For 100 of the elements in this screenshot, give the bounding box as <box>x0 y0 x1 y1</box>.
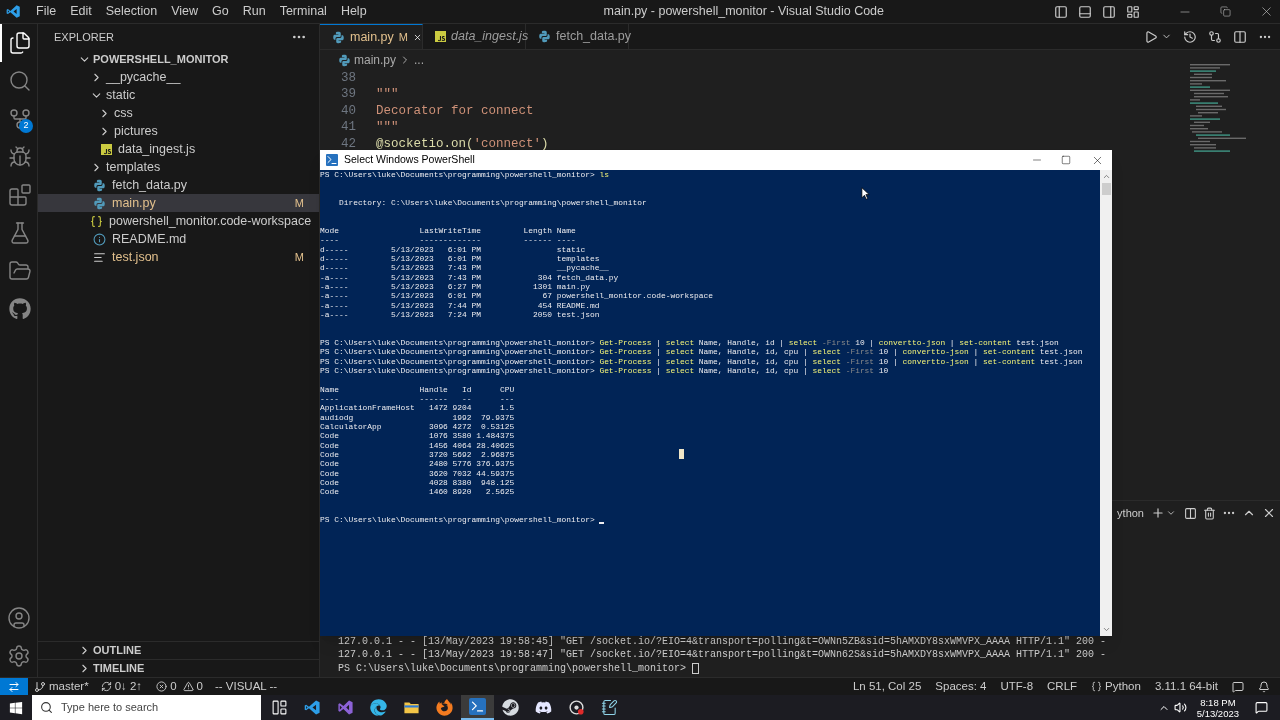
line-number: 40 <box>340 102 356 120</box>
status-item[interactable]: 3.11.1 64-bit <box>1154 677 1218 696</box>
notepad-icon[interactable] <box>601 699 618 716</box>
warning-icon <box>182 681 194 692</box>
breadcrumb-item[interactable]: main.py <box>354 51 397 69</box>
text-cursor-icon <box>679 449 684 459</box>
search-icon[interactable] <box>7 69 32 93</box>
recorder-app-icon[interactable] <box>568 699 585 716</box>
menu-item[interactable]: Go <box>205 2 236 21</box>
new-terminal-icon[interactable] <box>1151 506 1165 520</box>
close-icon[interactable] <box>1259 4 1274 19</box>
vim-mode: -- VISUAL -- <box>214 678 278 694</box>
editor-tab[interactable]: main.py M <box>320 24 423 49</box>
menu-item[interactable]: Run <box>235 2 273 21</box>
menu-item[interactable]: View <box>164 2 205 21</box>
settings-icon[interactable] <box>6 644 31 668</box>
breadcrumb-item[interactable]: ... <box>414 51 425 69</box>
scroll-thumb[interactable] <box>1101 183 1111 195</box>
file-tree-item[interactable]: static <box>38 86 319 104</box>
history-icon[interactable] <box>1183 29 1197 44</box>
code-line: @socketio.on('connect') <box>376 135 549 153</box>
notification-icon[interactable] <box>1255 701 1268 714</box>
cat-logo-icon[interactable] <box>8 298 31 320</box>
speaker-icon[interactable] <box>1173 701 1187 714</box>
file-type-icon <box>101 143 112 155</box>
account-icon[interactable] <box>6 606 31 630</box>
status-item[interactable]: UTF-8 <box>1000 677 1034 696</box>
maximize-icon[interactable] <box>1061 155 1071 165</box>
compare-icon[interactable] <box>1208 29 1222 44</box>
status-item[interactable]: Spaces: 4 <box>935 677 987 696</box>
file-tree-item[interactable]: main.py M <box>38 194 319 212</box>
line-number: 39 <box>340 86 356 104</box>
line-number: 41 <box>340 119 356 137</box>
close-panel-icon[interactable] <box>1262 506 1276 520</box>
sync-button[interactable]: 0↓ 2↑ <box>100 677 143 696</box>
file-tree-item[interactable]: pictures <box>38 122 319 140</box>
file-type-icon <box>435 31 446 42</box>
explorer-icon[interactable] <box>7 31 32 55</box>
modified-label: M <box>294 249 304 265</box>
menu-item[interactable]: Terminal <box>272 2 334 21</box>
run-icon[interactable] <box>1144 29 1158 44</box>
panel-toggle-icon[interactable] <box>1078 4 1092 19</box>
remote-button[interactable] <box>0 678 28 695</box>
code-editor-icon[interactable] <box>304 699 321 716</box>
language-button[interactable]: Python <box>1091 677 1141 696</box>
task-view-icon[interactable] <box>271 699 288 716</box>
file-type-icon <box>338 53 351 67</box>
chevron-icon[interactable] <box>1166 508 1176 518</box>
file-type-icon <box>332 30 345 44</box>
fox-browser-icon[interactable] <box>436 699 453 716</box>
file-tree-item[interactable]: README.md <box>38 230 319 248</box>
section-title: TIMELINE <box>93 661 145 677</box>
file-tree-item[interactable]: data_ingest.js <box>38 140 319 158</box>
editor-tab[interactable]: data_ingest.js <box>423 24 526 49</box>
ide-app-icon[interactable] <box>337 699 354 716</box>
section-header[interactable]: POWERSHELL_MONITOR <box>38 50 319 68</box>
split-editor-icon[interactable] <box>1233 29 1247 44</box>
window-title: main.py - powershell_monitor - Visual Studio Code <box>602 3 886 21</box>
notifications-icon[interactable] <box>1258 680 1270 693</box>
section-header[interactable]: OUTLINE <box>38 641 319 659</box>
scroll-down-icon[interactable] <box>1101 625 1111 634</box>
status-item[interactable]: Ln 51, Col 25 <box>852 677 922 696</box>
lines-icon <box>93 250 106 264</box>
branch-button[interactable]: master* <box>34 677 89 696</box>
menu-item[interactable]: File <box>29 2 64 21</box>
game-store-icon[interactable] <box>502 699 519 716</box>
extensions-icon[interactable] <box>7 183 32 207</box>
clock[interactable]: 8:18 PM 5/13/2023 <box>1196 696 1239 719</box>
file-tree-item[interactable]: __pycache__ <box>38 68 319 86</box>
file-tree-item[interactable]: test.json M <box>38 248 319 266</box>
file-tree-item[interactable]: templates <box>38 158 319 176</box>
terminal-icon[interactable] <box>469 698 486 715</box>
menu-item[interactable]: Selection <box>98 2 165 21</box>
terminal-name[interactable]: ython <box>1117 504 1144 522</box>
status-item[interactable]: CRLF <box>1047 677 1078 696</box>
activity-bar-item[interactable]: 2 <box>0 100 37 138</box>
menu-item[interactable]: Edit <box>63 2 99 21</box>
menu-item[interactable]: Help <box>333 2 374 21</box>
taskbar-search-field[interactable]: Type here to search <box>32 695 261 720</box>
error-icon <box>156 681 168 692</box>
feedback-icon[interactable] <box>1232 680 1244 693</box>
browser-icon[interactable] <box>370 699 387 716</box>
bug-icon[interactable] <box>7 145 32 169</box>
split-terminal-icon[interactable] <box>1184 506 1197 520</box>
source-control-icon[interactable] <box>7 107 32 131</box>
layout-icon[interactable] <box>1126 4 1140 19</box>
restore-icon[interactable] <box>1220 6 1231 17</box>
chat-app-icon[interactable] <box>535 699 552 716</box>
sidebar-toggle-icon[interactable] <box>1054 4 1068 19</box>
line-number: 42 <box>340 135 356 153</box>
problems-button[interactable]: 0 0 <box>156 677 203 696</box>
trash-icon[interactable] <box>1203 506 1216 520</box>
sidebar-toggle-icon[interactable] <box>1102 4 1116 19</box>
scroll-up-icon[interactable] <box>1101 172 1111 181</box>
folder-icon[interactable] <box>7 259 32 283</box>
sidebar-title: EXPLORER <box>54 29 114 45</box>
file-tree-item[interactable]: css <box>38 104 319 122</box>
file-tree-item[interactable]: powershell_monitor.code-workspace <box>38 212 319 230</box>
file-tree-item[interactable]: fetch_data.py <box>38 176 319 194</box>
code-line: Decorator for connect <box>376 102 534 120</box>
